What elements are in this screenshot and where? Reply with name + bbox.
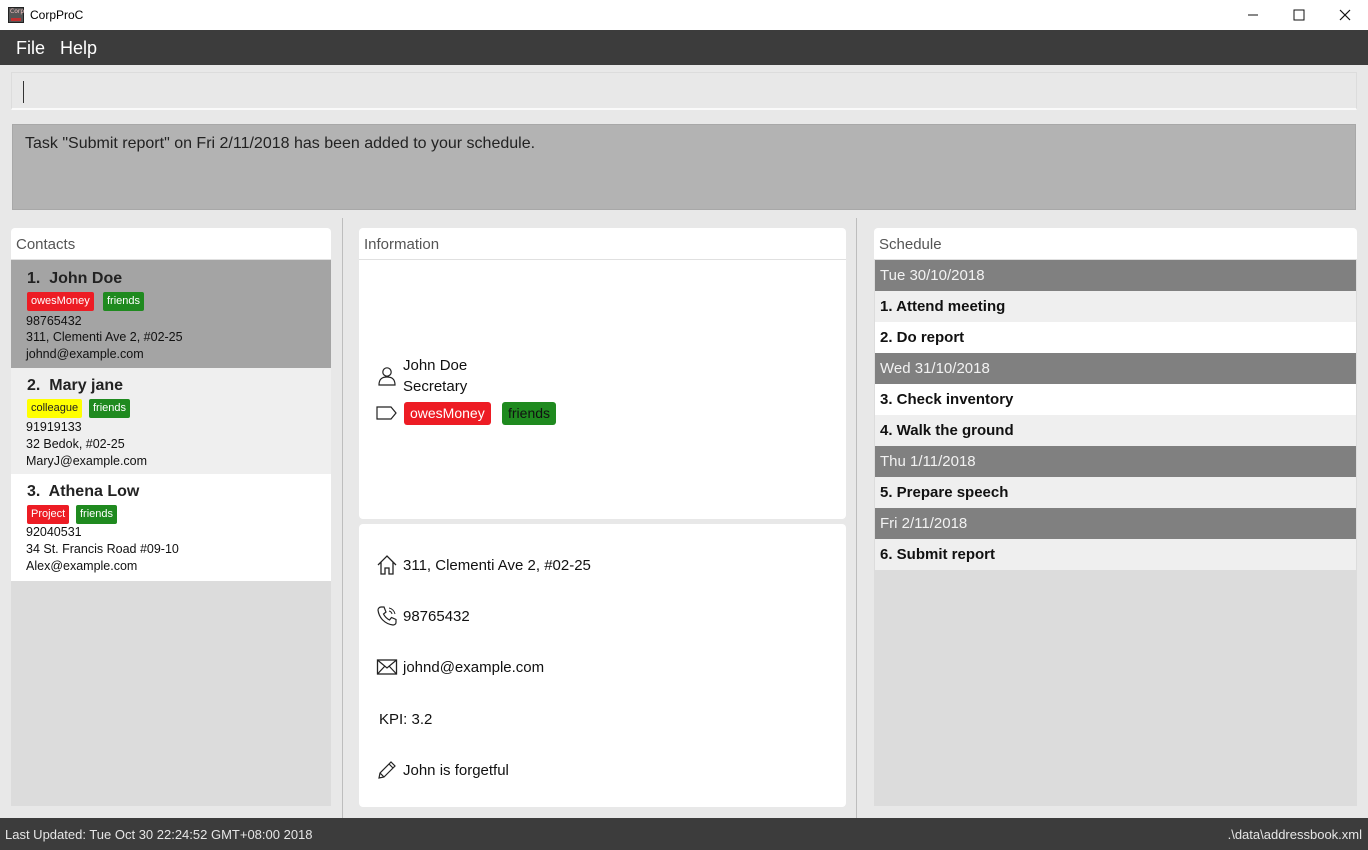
contact-name: 1. John Doe <box>27 270 123 287</box>
tag-colleague: colleague <box>27 399 83 418</box>
info-phone: 98765432 <box>403 608 470 625</box>
info-note: John is forgetful <box>403 762 509 779</box>
tag-friends: friends <box>89 399 131 418</box>
menu-file[interactable]: File <box>16 38 45 59</box>
command-area <box>0 65 1368 117</box>
app-icon-label: Corp <box>10 8 25 15</box>
status-bar: Last Updated: Tue Oct 30 22:24:52 GMT+08… <box>0 818 1368 850</box>
contacts-title: Contacts <box>16 236 76 253</box>
maximize-button[interactable] <box>1276 0 1322 30</box>
information-summary: John Doe Secretary owesMoney friends <box>359 260 846 519</box>
panel-divider-left[interactable] <box>342 218 343 818</box>
contacts-header: Contacts <box>11 228 331 260</box>
schedule-date-row: Wed 31/10/2018 <box>875 353 1356 384</box>
contact-email: johnd@example.com <box>26 347 144 361</box>
minimize-button[interactable] <box>1230 0 1276 30</box>
schedule-task-row[interactable]: 6. Submit report <box>875 539 1356 570</box>
info-name: John Doe <box>403 357 468 374</box>
app-icon-bar <box>11 18 21 21</box>
close-icon <box>1339 9 1351 21</box>
tag-project: Project <box>27 505 70 524</box>
schedule-task-row[interactable]: 1. Attend meeting <box>875 291 1356 322</box>
close-button[interactable] <box>1322 0 1368 30</box>
contact-name: 2. Mary jane <box>27 377 124 394</box>
contact-address: 311, Clementi Ave 2, #02-25 <box>26 330 183 344</box>
contacts-list[interactable]: 1. John Doe owesMoney friends 98765432 3… <box>11 260 331 806</box>
contact-phone: 98765432 <box>26 314 82 328</box>
status-last-updated: Last Updated: Tue Oct 30 22:24:52 GMT+08… <box>5 827 313 842</box>
schedule-header: Schedule <box>874 228 1357 260</box>
information-details: 311, Clementi Ave 2, #02-25 98765432 joh… <box>359 524 846 807</box>
contact-address: 34 St. Francis Road #09-10 <box>26 542 179 556</box>
status-file-path: .\data\addressbook.xml <box>1227 827 1362 842</box>
schedule-task-row[interactable]: 5. Prepare speech <box>875 477 1356 508</box>
panel-divider-right[interactable] <box>856 218 857 818</box>
command-input[interactable] <box>11 72 1357 110</box>
tag-icon <box>376 406 397 420</box>
schedule-list[interactable]: Tue 30/10/2018 1. Attend meeting 2. Do r… <box>874 260 1357 806</box>
contact-card-2[interactable]: 2. Mary jane colleague friends 91919133 … <box>11 368 331 474</box>
window-title: CorpProC <box>30 8 84 22</box>
schedule-title: Schedule <box>879 236 942 253</box>
contact-card-3[interactable]: 3. Athena Low Project friends 92040531 3… <box>11 474 331 581</box>
information-header: Information <box>359 228 846 260</box>
tag-owesmoney: owesMoney <box>27 292 94 311</box>
contact-card-1[interactable]: 1. John Doe owesMoney friends 98765432 3… <box>11 260 331 368</box>
schedule-date-row: Fri 2/11/2018 <box>875 508 1356 539</box>
main-panels: Contacts 1. John Doe owesMoney friends 9… <box>0 218 1368 818</box>
minimize-icon <box>1248 14 1258 16</box>
pencil-icon <box>378 761 396 779</box>
result-display: Task "Submit report" on Fri 2/11/2018 ha… <box>12 124 1356 210</box>
result-area: Task "Submit report" on Fri 2/11/2018 ha… <box>0 117 1368 218</box>
schedule-date-row: Thu 1/11/2018 <box>875 446 1356 477</box>
phone-icon <box>377 606 397 626</box>
person-icon <box>378 367 396 386</box>
info-tag-owesmoney: owesMoney <box>404 402 491 425</box>
schedule-task-row[interactable]: 4. Walk the ground <box>875 415 1356 446</box>
contact-name: 3. Athena Low <box>27 483 140 500</box>
schedule-date-row: Tue 30/10/2018 <box>875 260 1356 291</box>
info-kpi: KPI: 3.2 <box>379 711 433 728</box>
tag-friends: friends <box>76 505 118 524</box>
menu-help[interactable]: Help <box>60 38 97 59</box>
info-role: Secretary <box>403 378 468 395</box>
title-bar: Corp CorpProC <box>0 0 1368 30</box>
app-icon: Corp <box>8 7 24 23</box>
result-message: Task "Submit report" on Fri 2/11/2018 ha… <box>25 135 536 152</box>
schedule-task-row[interactable]: 2. Do report <box>875 322 1356 353</box>
contact-phone: 91919133 <box>26 420 82 434</box>
contact-email: MaryJ@example.com <box>26 454 148 468</box>
contact-phone: 92040531 <box>26 525 82 539</box>
home-icon <box>377 555 397 575</box>
information-title: Information <box>364 236 440 253</box>
mail-icon <box>376 659 398 675</box>
info-address: 311, Clementi Ave 2, #02-25 <box>403 557 591 574</box>
info-email: johnd@example.com <box>403 659 545 676</box>
contact-address: 32 Bedok, #02-25 <box>26 437 125 451</box>
schedule-task-row[interactable]: 3. Check inventory <box>875 384 1356 415</box>
text-caret <box>23 81 24 103</box>
menu-bar: File Help <box>0 30 1368 65</box>
info-tag-friends: friends <box>502 402 557 425</box>
contact-email: Alex@example.com <box>26 559 138 573</box>
tag-friends: friends <box>103 292 145 311</box>
maximize-icon <box>1293 9 1305 21</box>
